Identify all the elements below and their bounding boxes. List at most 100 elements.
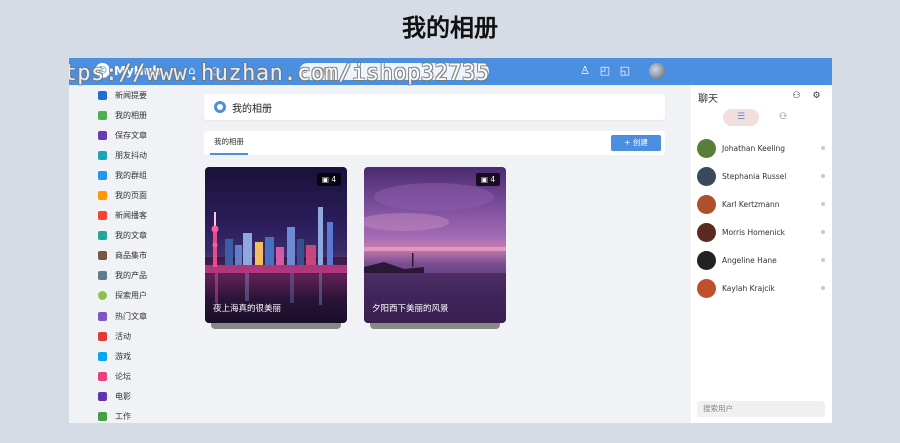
avatar — [697, 194, 716, 214]
sidebar-item-forum[interactable]: 论坛 — [69, 366, 194, 386]
sidebar-item-saved-articles[interactable]: 保存文章 — [69, 125, 194, 145]
add-group-icon[interactable]: ⚇ — [791, 91, 802, 102]
compass-icon — [98, 291, 107, 301]
contact-item[interactable]: Morris Homenick — [697, 222, 827, 242]
hand-point-icon — [98, 150, 107, 160]
contact-item[interactable]: Stephania Russel — [697, 166, 827, 186]
notification-icon[interactable]: ◱ — [618, 64, 632, 78]
sidebar-item-label: 电影 — [115, 391, 131, 401]
sidebar-item-explore-users[interactable]: 探索用户 — [69, 286, 194, 306]
film-icon — [98, 391, 107, 401]
list-icon — [98, 311, 107, 321]
contact-item[interactable]: Kaylah Krajcik — [697, 278, 827, 298]
gamepad-icon — [98, 351, 107, 361]
album-caption: 夜上海真的很美丽 — [213, 304, 282, 314]
avatar — [697, 278, 716, 298]
sidebar-item-label: 新闻播客 — [115, 211, 147, 221]
contact-item[interactable]: Karl Kertzmann — [697, 194, 827, 214]
album-card[interactable]: ▣ 4 夜上海真的很美丽 — [205, 167, 347, 323]
sidebar-item-label: 论坛 — [115, 371, 131, 381]
sidebar-item-label: 探索用户 — [115, 291, 147, 301]
avatar[interactable] — [649, 63, 665, 79]
search-users-input[interactable]: 搜索用户 — [697, 401, 825, 417]
page-title: 我的相册 — [232, 103, 272, 115]
sidebar-item-my-groups[interactable]: 我的群组 — [69, 165, 194, 185]
chat-bubbles-icon — [98, 371, 107, 381]
sidebar-item-label: 热门文章 — [115, 311, 147, 321]
sidebar-item-label: 朋友抖动 — [115, 150, 147, 160]
photo-count-badge: ▣ 4 — [476, 173, 500, 186]
album-caption: 夕阳西下美丽的风景 — [372, 304, 449, 314]
sidebar-item-events[interactable]: 活动 — [69, 326, 194, 346]
watermark: https://www.huzhan.com/ishop32735 — [69, 61, 490, 86]
photo-count: 4 — [331, 175, 337, 184]
user-icon[interactable]: ♙ — [578, 64, 592, 78]
sidebar-item-label: 工作 — [115, 412, 131, 422]
sidebar: 新闻提要 我的相册 保存文章 朋友抖动 我的群组 我的页面 新闻播客 我的文章 … — [69, 85, 194, 423]
tab-groups[interactable]: ⚇ — [771, 109, 795, 126]
album-icon — [214, 101, 226, 113]
avatar — [697, 222, 716, 242]
photo-count-badge: ▣ 4 — [317, 173, 341, 186]
contact-item[interactable]: Johathan Keeling — [697, 138, 827, 158]
briefcase-icon — [98, 412, 107, 422]
sidebar-item-jobs[interactable]: 工作 — [69, 407, 194, 424]
sidebar-item-my-products[interactable]: 我的产品 — [69, 266, 194, 286]
contact-name: Karl Kertzmann — [722, 199, 780, 209]
contact-item[interactable]: Angeline Hane — [697, 250, 827, 270]
album-title-card: 我的相册 — [204, 94, 665, 120]
image-icon: ▣ — [321, 175, 329, 184]
sidebar-item-news-feed[interactable]: 新闻提要 — [69, 85, 194, 105]
album-card[interactable]: ▣ 4 夕阳西下美丽的风景 — [364, 167, 506, 323]
create-album-button[interactable]: + 创建 — [611, 135, 661, 151]
sidebar-item-label: 我的页面 — [115, 191, 147, 201]
message-icon[interactable]: ◰ — [598, 64, 612, 78]
grid-icon — [98, 170, 107, 180]
chat-title: 聊天 — [698, 94, 718, 105]
sidebar-item-label: 游戏 — [115, 351, 131, 361]
contact-name: Johathan Keeling — [722, 143, 786, 153]
sidebar-item-friend-pokes[interactable]: 朋友抖动 — [69, 145, 194, 165]
status-dot — [821, 286, 825, 290]
page-heading: 我的相册 — [402, 14, 498, 42]
sidebar-item-label: 我的群组 — [115, 170, 147, 180]
bookmark-icon — [98, 130, 107, 140]
sidebar-item-label: 活动 — [115, 331, 131, 341]
contact-name: Stephania Russel — [722, 171, 787, 181]
avatar — [697, 250, 716, 270]
status-dot — [821, 202, 825, 206]
sidebar-item-popular-articles[interactable]: 热门文章 — [69, 306, 194, 326]
sidebar-item-my-articles[interactable]: 我的文章 — [69, 226, 194, 246]
avatar — [697, 166, 716, 186]
status-dot — [821, 146, 825, 150]
avatar — [697, 138, 716, 158]
contact-name: Angeline Hane — [722, 255, 777, 265]
sidebar-item-games[interactable]: 游戏 — [69, 346, 194, 366]
bag-icon — [98, 271, 107, 281]
sidebar-item-label: 我的相册 — [115, 110, 147, 120]
sidebar-item-marketplace[interactable]: 商品集市 — [69, 246, 194, 266]
sidebar-item-label: 我的产品 — [115, 271, 147, 281]
sidebar-item-label: 我的文章 — [115, 231, 147, 241]
document-icon — [98, 231, 107, 241]
sidebar-item-movies[interactable]: 电影 — [69, 386, 194, 406]
album-tab-bar: 我的相册 + 创建 — [204, 131, 665, 155]
sidebar-item-my-albums[interactable]: 我的相册 — [69, 105, 194, 125]
sidebar-item-label: 保存文章 — [115, 130, 147, 140]
album-cover-image — [364, 167, 506, 323]
flag-icon — [98, 191, 107, 201]
sidebar-item-my-pages[interactable]: 我的页面 — [69, 185, 194, 205]
sidebar-item-label: 商品集市 — [115, 251, 147, 261]
tab-my-albums[interactable]: 我的相册 — [210, 131, 248, 155]
gear-icon[interactable]: ⚙ — [811, 91, 822, 102]
status-dot — [821, 230, 825, 234]
tab-contacts[interactable]: ☰ — [723, 109, 759, 126]
photo-count: 4 — [490, 175, 496, 184]
sunset-illustration — [364, 183, 506, 323]
calendar-icon — [98, 331, 107, 341]
contact-name: Kaylah Krajcik — [722, 283, 775, 293]
image-icon: ▣ — [480, 175, 488, 184]
contact-name: Morris Homenick — [722, 227, 785, 237]
sidebar-item-news-podcast[interactable]: 新闻播客 — [69, 206, 194, 226]
home-icon — [98, 90, 107, 100]
